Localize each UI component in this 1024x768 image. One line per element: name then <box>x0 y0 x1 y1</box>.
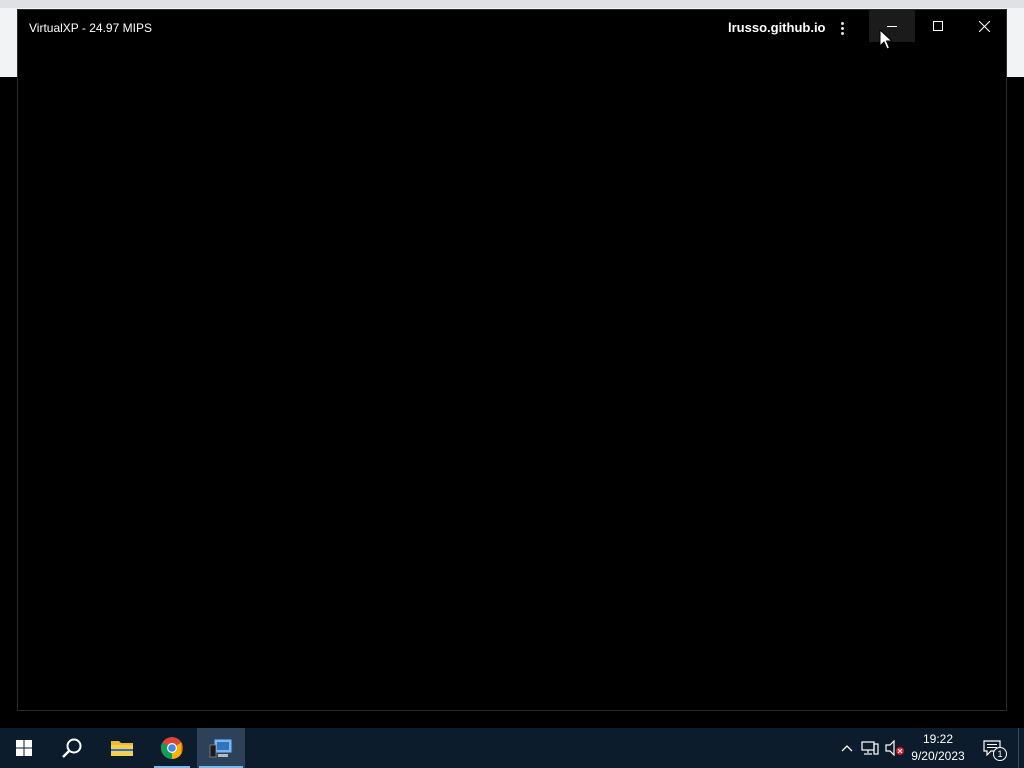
close-icon <box>978 20 990 32</box>
background-browser-tabbar <box>0 0 1024 8</box>
folder-icon <box>111 741 133 756</box>
more-options-button[interactable] <box>830 16 854 40</box>
more-options-dot <box>840 31 844 35</box>
search-icon <box>62 738 82 758</box>
clock-time: 19:22 <box>922 732 954 746</box>
show-hidden-icons-button[interactable] <box>836 736 858 760</box>
file-explorer-button[interactable] <box>98 728 146 768</box>
more-options-dot <box>840 26 844 30</box>
maximize-icon <box>933 21 943 31</box>
mouse-cursor-icon <box>879 29 893 50</box>
chrome-button[interactable] <box>148 728 196 768</box>
volume-muted-icon <box>885 740 904 756</box>
close-button[interactable] <box>961 10 1007 42</box>
window-titlebar[interactable]: VirtualXP - 24.97 MIPS lrusso.github.io <box>18 10 1006 46</box>
clock-date: 9/20/2023 <box>911 749 965 763</box>
network-button[interactable] <box>859 736 881 760</box>
start-button[interactable] <box>0 728 48 768</box>
app-window: VirtualXP - 24.97 MIPS lrusso.github.io <box>17 9 1007 711</box>
maximize-button[interactable] <box>915 10 961 42</box>
windows-logo-icon <box>16 740 32 756</box>
window-origin: lrusso.github.io <box>728 20 826 35</box>
virtualxp-button[interactable] <box>197 728 245 768</box>
search-button[interactable] <box>48 728 96 768</box>
chrome-icon <box>161 737 183 759</box>
taskbar: 19:22 9/20/2023 1 <box>0 728 1024 768</box>
taskbar-clock[interactable]: 19:22 9/20/2023 <box>905 731 971 765</box>
volume-button[interactable] <box>884 736 906 760</box>
chevron-up-icon <box>841 745 853 752</box>
show-desktop-button[interactable] <box>1018 728 1024 768</box>
action-center-button[interactable]: 1 <box>978 736 1007 761</box>
emulator-screen[interactable] <box>18 46 1006 710</box>
network-icon <box>861 741 879 755</box>
virtualxp-icon <box>209 738 233 758</box>
notification-count-badge: 1 <box>993 747 1007 761</box>
window-title: VirtualXP - 24.97 MIPS <box>29 21 152 35</box>
more-options-icon <box>840 21 844 25</box>
